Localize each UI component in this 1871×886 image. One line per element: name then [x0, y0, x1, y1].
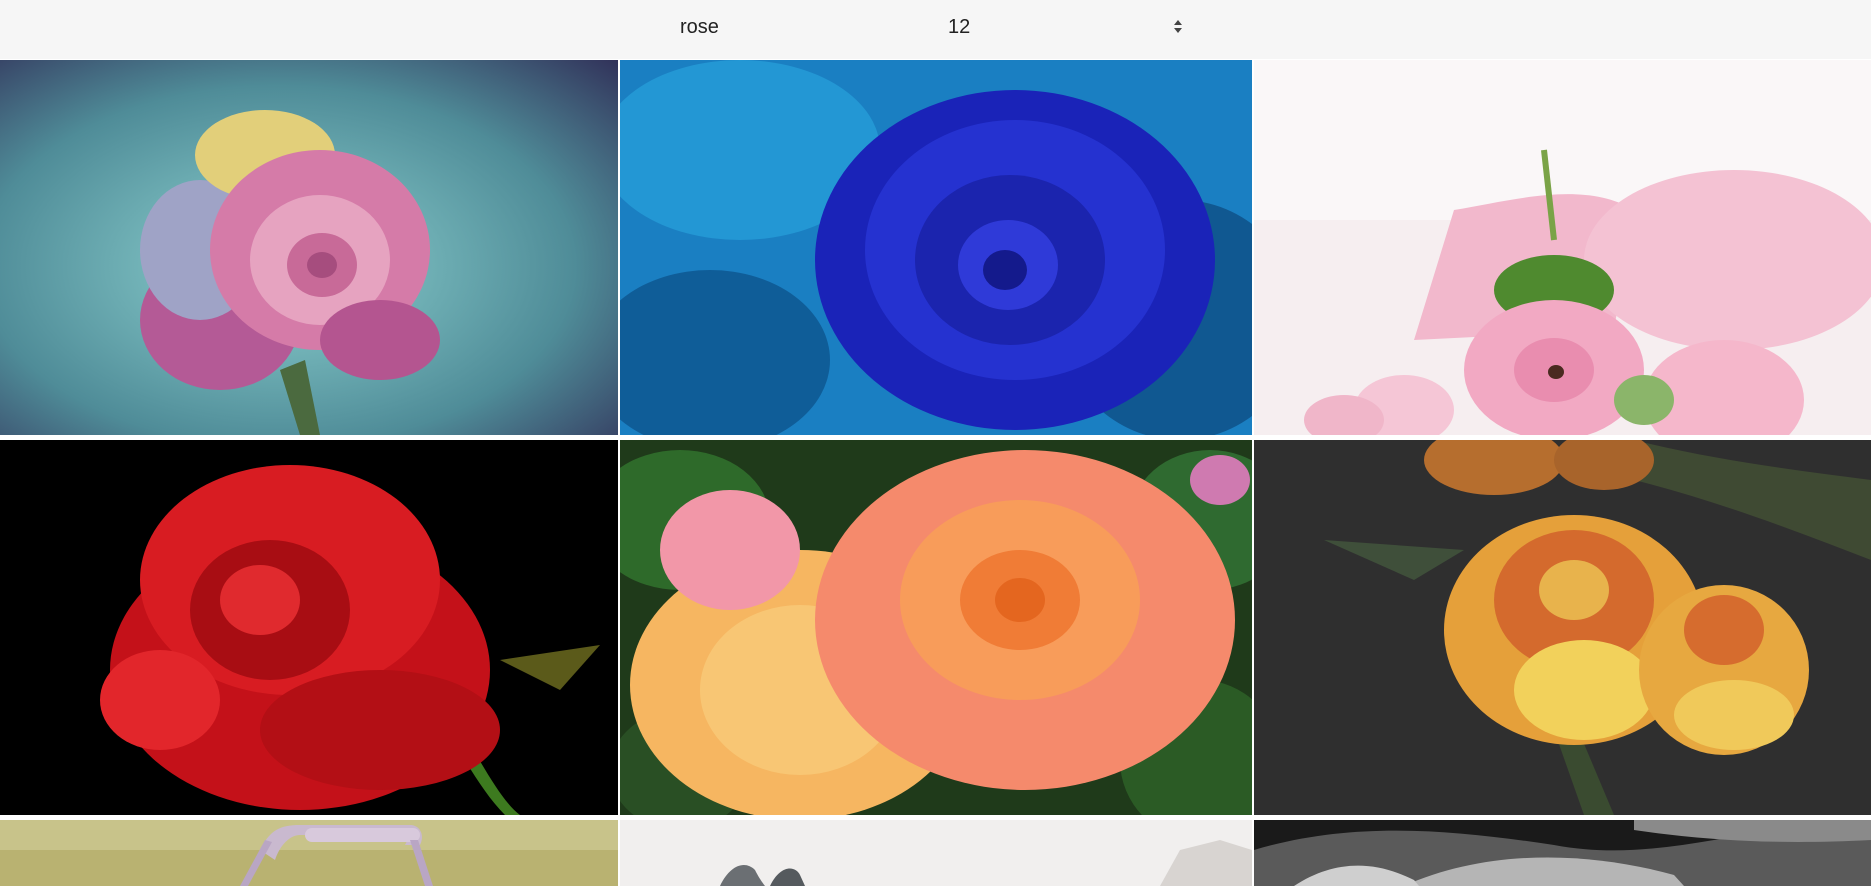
stepper-up-icon[interactable] [1174, 20, 1182, 25]
red-rose-image[interactable] [0, 440, 618, 815]
pink-ranunculus-image[interactable] [1254, 60, 1871, 435]
stepper-down-icon[interactable] [1174, 28, 1182, 33]
orange-roses-image[interactable] [620, 440, 1252, 815]
top-bar [0, 0, 1871, 59]
grayscale-rose-image[interactable] [1254, 820, 1871, 886]
blue-rose-image[interactable] [620, 60, 1252, 435]
count-field[interactable] [940, 10, 1190, 44]
search-input[interactable] [668, 10, 928, 44]
basket-image[interactable] [0, 820, 618, 886]
image-grid [0, 60, 1871, 886]
rainbow-rose-image[interactable] [0, 60, 618, 435]
count-input[interactable] [940, 10, 1160, 44]
yellow-red-roses-image[interactable] [1254, 440, 1871, 815]
count-stepper[interactable] [1172, 16, 1186, 38]
white-rose-image[interactable] [620, 820, 1252, 886]
